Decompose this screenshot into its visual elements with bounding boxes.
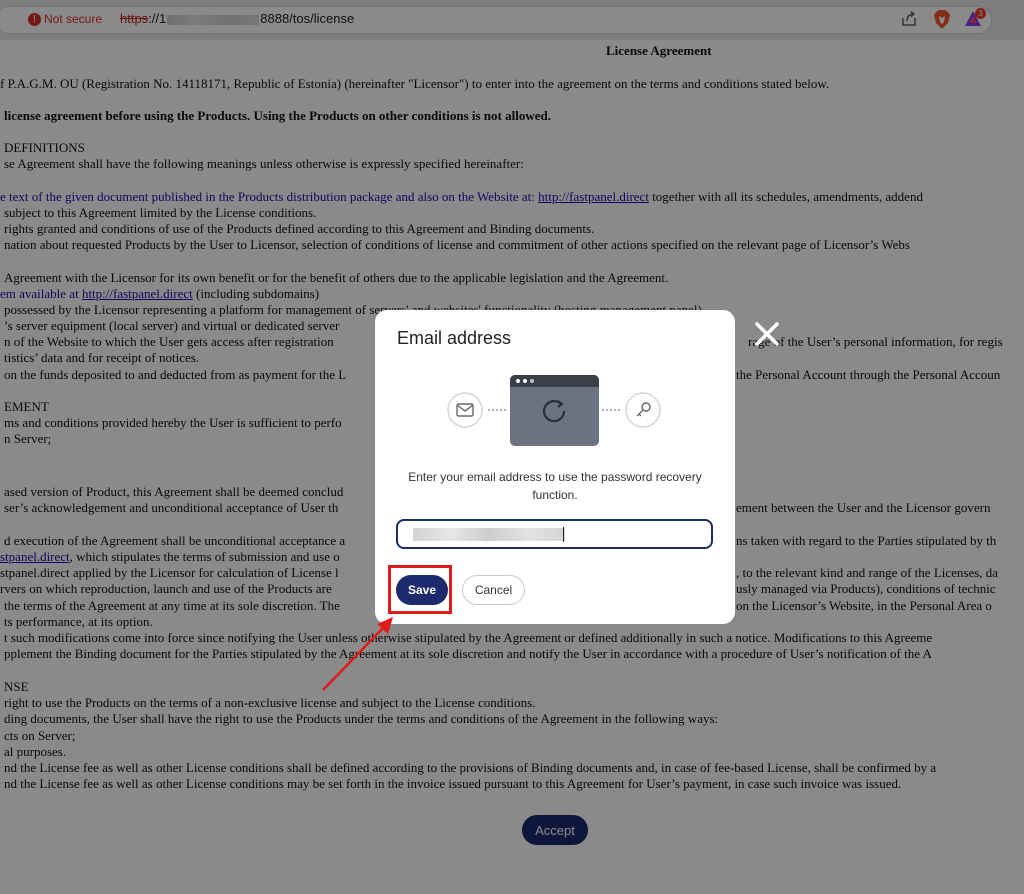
key-icon — [625, 392, 661, 428]
dialog-description: Enter your email address to use the pass… — [408, 470, 702, 502]
email-input[interactable] — [396, 519, 713, 549]
cancel-button[interactable]: Cancel — [462, 575, 525, 605]
browser-window-icon — [510, 375, 599, 446]
save-highlight-box — [388, 565, 452, 614]
password-recovery-illustration — [447, 375, 661, 446]
dialog-title: Email address — [397, 328, 512, 348]
envelope-icon — [447, 392, 483, 428]
text-caret — [563, 527, 564, 542]
close-icon[interactable] — [751, 318, 783, 350]
